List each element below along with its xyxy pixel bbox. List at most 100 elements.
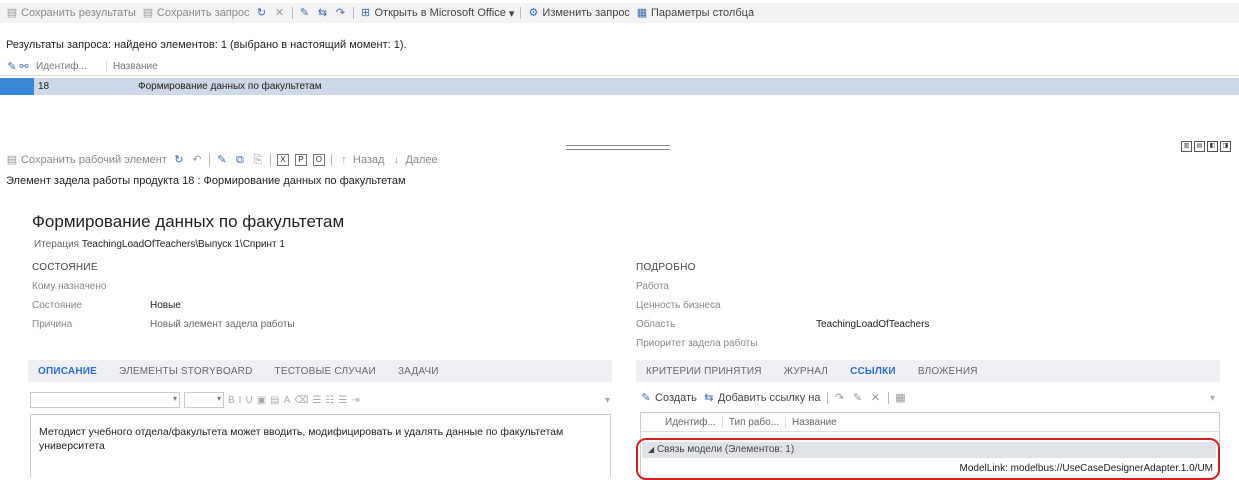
save-query-button[interactable]: ▤ Сохранить запрос [142,7,250,19]
reason-value[interactable]: Новый элемент задела работы [150,319,295,330]
delete-icon[interactable]: ✕ [870,392,882,404]
italic-icon[interactable]: I [239,395,242,406]
pencil-icon: ✎ [7,60,17,73]
query-toolbar: ▤ Сохранить результаты ▤ Сохранить запрос … [0,3,1239,23]
column-options-button[interactable]: ▦ Параметры столбца [636,7,754,19]
table-row[interactable]: 18 Формирование данных по факультетам [0,78,1239,95]
edit-query-button[interactable]: ⚙ Изменить запрос [527,7,629,19]
iteration-row: Итерация TeachingLoadOfTeachers\Выпуск 1… [34,239,285,250]
add-link-button[interactable]: ⇆ Добавить ссылку на [703,392,820,404]
office-icon: ⊞ [360,7,371,19]
save-icon: ▤ [142,7,154,19]
separator [352,7,354,19]
work-item-toolbar: ▤ Сохранить рабочий элемент ↻ ↶ ✎ ⧉ ⎘ X P… [0,150,700,170]
separator [269,154,271,166]
work-item-title[interactable]: Формирование данных по факультетам [32,212,344,232]
state-value[interactable]: Новые [150,300,181,311]
results-grid-header: ✎ ⚯ Идентиф... Название [0,58,1239,76]
priority-label: Приоритет задела работы [636,338,758,349]
attach-icon[interactable]: ⎘ [252,154,264,166]
link-icon[interactable]: ⇆ [317,7,329,19]
excel-icon[interactable]: X [276,154,289,166]
save-icon: ▤ [6,7,18,19]
iteration-value[interactable]: TeachingLoadOfTeachers\Выпуск 1\Спринт 1 [82,239,285,250]
font-family-select[interactable] [30,392,180,408]
new-item-icon[interactable]: ✎ [216,154,228,166]
tab-attachments[interactable]: ВЛОЖЕНИЯ [918,366,978,377]
project-icon[interactable]: P [294,154,307,166]
area-label: Область [636,319,676,330]
overflow-chevron-icon[interactable]: ▾ [605,395,610,406]
layout-icon[interactable]: ▥ [1181,141,1192,152]
tab-acceptance-criteria[interactable]: КРИТЕРИИ ПРИНЯТИЯ [646,366,762,377]
tab-description[interactable]: ОПИСАНИЕ [38,366,97,377]
column-header-type[interactable]: Тип рабо... [723,416,787,428]
column-header-title[interactable]: Название [113,61,158,72]
share-icon[interactable]: ↷ [335,7,347,19]
row-id: 18 [38,81,50,92]
tab-links[interactable]: ССЫЛКИ [850,366,896,377]
column-header-id[interactable]: Идентиф... [36,61,107,72]
layout-icon[interactable]: ▤ [1194,141,1205,152]
layout-icon[interactable]: ◨ [1220,141,1231,152]
separator [291,7,293,19]
separator [887,392,889,404]
refresh-icon[interactable]: ↻ [256,7,268,19]
tab-test-cases[interactable]: ТЕСТОВЫЕ СЛУЧАИ [275,366,376,377]
columns-icon: ▦ [636,7,648,19]
area-value[interactable]: TeachingLoadOfTeachers [816,319,929,330]
font-size-select[interactable] [184,392,224,408]
copy-icon[interactable]: ⧉ [234,154,246,166]
separator [208,154,210,166]
edit-link-icon[interactable]: ✎ [852,392,864,404]
tab-tasks[interactable]: ЗАДАЧИ [398,366,439,377]
refresh-icon[interactable]: ↻ [173,154,185,166]
close-icon[interactable]: ✕ [274,7,286,19]
work-item-header: Элемент задела работы продукта 18 : Форм… [6,175,406,187]
bold-icon[interactable]: B [228,395,235,406]
reason-label: Причина [32,319,73,330]
tab-history[interactable]: ЖУРНАЛ [784,366,828,377]
numbering-icon[interactable]: ☰ [338,395,347,406]
paint-icon[interactable]: ▣ [257,395,266,406]
columns-icon[interactable]: ▦ [895,392,907,404]
right-tab-bar: КРИТЕРИИ ПРИНЯТИЯ ЖУРНАЛ ССЫЛКИ ВЛОЖЕНИЯ [636,360,1220,382]
font-color-icon[interactable]: A [284,395,291,406]
clear-format-icon[interactable]: ⌫ [294,395,308,406]
layout-icon[interactable]: ◧ [1207,141,1218,152]
highlight-annotation [636,438,1220,480]
align-icon[interactable]: ☰ [312,395,321,406]
next-button[interactable]: ↓ Далее [390,154,438,166]
iteration-label: Итерация [34,239,80,250]
save-results-button[interactable]: ▤ Сохранить результаты [6,7,136,19]
bullets-icon[interactable]: ☷ [325,395,334,406]
column-header-id[interactable]: Идентиф... [659,416,723,428]
highlight-icon[interactable]: ▤ [270,395,279,406]
left-tab-bar: ОПИСАНИЕ ЭЛЕМЕНТЫ STORYBOARD ТЕСТОВЫЕ СЛ… [28,360,612,382]
create-link-button[interactable]: ✎ Создать [640,392,696,404]
open-link-icon[interactable]: ↷ [834,392,846,404]
back-button[interactable]: ↑ Назад [338,154,384,166]
new-item-icon[interactable]: ✎ [299,7,311,19]
separator [330,154,332,166]
row-selection-marker [0,78,34,95]
link-icon: ⇆ [704,392,714,404]
separator [520,7,522,19]
row-title: Формирование данных по факультетам [138,81,322,92]
underline-icon[interactable]: U [245,395,252,406]
links-toolbar: ✎ Создать ⇆ Добавить ссылку на ↷ ✎ ✕ ▦ ▾ [640,389,1215,407]
overflow-chevron-icon[interactable]: ▾ [1210,393,1215,404]
description-field[interactable]: Методист учебного отдела/факультета може… [30,414,611,477]
tab-storyboard[interactable]: ЭЛЕМЕНТЫ STORYBOARD [119,366,253,377]
undo-icon[interactable]: ↶ [191,154,203,166]
effort-label: Работа [636,281,669,292]
edit-query-icon: ⚙ [528,7,539,19]
open-office-button[interactable]: ⊞ Открыть в Microsoft Office ▾ [360,7,515,20]
layout-buttons: ▥ ▤ ◧ ◨ [1181,141,1231,152]
column-header-title[interactable]: Название [786,417,843,428]
save-work-item-button[interactable]: ▤ Сохранить рабочий элемент [6,154,167,166]
link-icon: ⚯ [19,60,29,73]
outlook-icon[interactable]: O [312,154,325,166]
description-format-toolbar: B I U ▣ ▤ A ⌫ ☰ ☷ ☰ ⇥ ▾ [30,391,610,409]
indent-icon[interactable]: ⇥ [351,395,359,406]
